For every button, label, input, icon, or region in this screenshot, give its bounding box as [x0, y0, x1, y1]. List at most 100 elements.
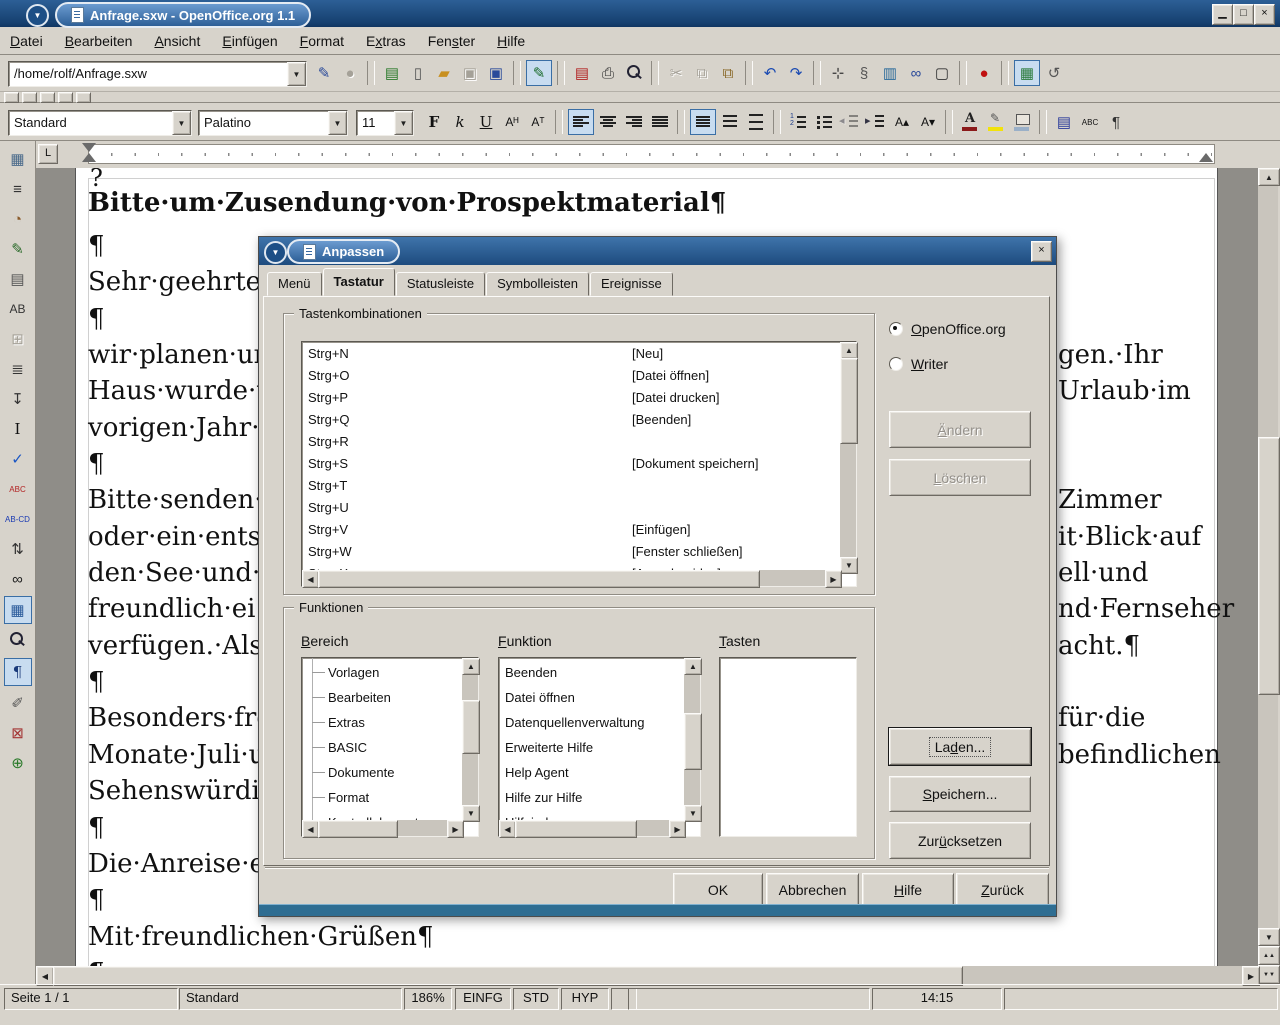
bereich-listbox[interactable]: VorlagenBearbeitenExtrasBASICDokumenteFo…: [301, 657, 479, 837]
background-color-icon[interactable]: [1010, 110, 1034, 134]
hyperlink-cursor-icon[interactable]: ✐: [5, 690, 31, 716]
scrollbar-thumb[interactable]: [1258, 437, 1280, 695]
horizontal-scrollbar[interactable]: ◀ ▶: [36, 966, 1258, 984]
insert-table-icon[interactable]: ▦: [5, 146, 31, 172]
decrease-indent-icon[interactable]: [838, 110, 862, 134]
save-button[interactable]: Speichern...: [889, 776, 1031, 812]
cancel-button[interactable]: Abbrechen: [766, 873, 859, 906]
font-color-icon[interactable]: [958, 110, 982, 134]
right-indent-marker-icon[interactable]: [1199, 153, 1213, 162]
decrease-font-icon[interactable]: A▾: [916, 110, 940, 134]
online-layout-icon[interactable]: ⊕: [5, 750, 31, 776]
subscript-icon[interactable]: Aᵀ: [526, 110, 550, 134]
scroll-left-button[interactable]: ◀: [302, 570, 319, 588]
font-dropdown-button[interactable]: ▼: [328, 111, 347, 135]
align-right-icon[interactable]: [622, 110, 646, 134]
numbering-icon[interactable]: ≣: [5, 356, 31, 382]
dialog-titlebar[interactable]: ▼ Anpassen ×: [259, 237, 1056, 265]
shortcut-row[interactable]: Strg+O [Datei öffnen]: [302, 365, 840, 387]
insert-fields-icon[interactable]: ≡: [5, 176, 31, 202]
style-value[interactable]: Standard: [9, 112, 172, 134]
delete-button[interactable]: Löschen: [889, 459, 1031, 496]
edit-file-icon[interactable]: ✎: [312, 61, 336, 85]
tab-type-button[interactable]: L: [38, 144, 58, 164]
style-dropdown-button[interactable]: ▼: [172, 111, 191, 135]
direct-cursor-icon[interactable]: I: [5, 416, 31, 442]
numbered-list-icon[interactable]: [786, 110, 810, 134]
scroll-up-button[interactable]: ▲: [1258, 168, 1280, 186]
shortcut-row[interactable]: Strg+R: [302, 431, 840, 453]
indent-marker-icon[interactable]: [82, 143, 96, 152]
tab-tastatur[interactable]: Tastatur: [323, 268, 395, 296]
zoom-icon[interactable]: [5, 628, 31, 654]
back-button[interactable]: Zurück: [956, 873, 1049, 906]
superscript-icon[interactable]: Aᴴ: [500, 110, 524, 134]
previous-page-button[interactable]: ▲▲: [1258, 946, 1280, 965]
formatting-marks-icon[interactable]: ¶: [4, 658, 32, 686]
list-item[interactable]: Datenquellenverwaltung: [499, 710, 684, 735]
maximize-button[interactable]: □: [1233, 4, 1254, 25]
tasten-listbox[interactable]: [719, 657, 857, 837]
data-sources-icon[interactable]: ▢: [930, 61, 954, 85]
url-input[interactable]: /home/rolf/Anfrage.sxw: [9, 63, 287, 85]
bullet-list-icon[interactable]: [812, 110, 836, 134]
list-item[interactable]: Vorlagen: [302, 660, 462, 685]
font-combobox[interactable]: Palatino ▼: [198, 110, 348, 136]
tab-ereignisse[interactable]: Ereignisse: [590, 272, 673, 296]
help-button[interactable]: Hilfe: [862, 873, 954, 906]
load-button[interactable]: Laden...: [889, 728, 1031, 765]
dialog-menu-button[interactable]: ▼: [264, 241, 287, 264]
italic-icon[interactable]: k: [448, 110, 472, 134]
list-item[interactable]: Bearbeiten: [302, 685, 462, 710]
menu-datei[interactable]: Datei: [4, 31, 49, 51]
shortcut-row[interactable]: Strg+N [Neu]: [302, 343, 840, 365]
redo-icon[interactable]: ↷: [784, 61, 808, 85]
list-item[interactable]: Hilfe zur Hilfe: [499, 785, 684, 810]
url-dropdown-button[interactable]: ▼: [287, 62, 306, 86]
bold-icon[interactable]: F: [422, 110, 446, 134]
hyperlink-dialog-icon[interactable]: ∞: [904, 61, 928, 85]
scroll-right-button[interactable]: ▶: [1242, 966, 1260, 986]
scroll-down-button[interactable]: ▼: [1258, 928, 1280, 946]
autotext-icon[interactable]: AB: [5, 296, 31, 322]
window-menu-button[interactable]: ▼: [26, 4, 49, 27]
menu-ansicht[interactable]: Ansicht: [148, 31, 206, 51]
menu-fenster[interactable]: Fenster: [422, 31, 481, 51]
scrollbar-thumb[interactable]: [53, 966, 963, 986]
record-macro-icon[interactable]: ●: [972, 61, 996, 85]
align-left-icon[interactable]: [568, 109, 594, 135]
reset-button[interactable]: Zurücksetzen: [889, 822, 1031, 859]
page-preview-icon[interactable]: [622, 61, 646, 85]
scrollbar-thumb[interactable]: [840, 358, 858, 444]
scroll-up-button[interactable]: ▲: [684, 658, 702, 675]
tab-statusleiste[interactable]: Statusleiste: [396, 272, 485, 296]
shortcuts-listbox[interactable]: Strg+N [Neu] Strg+O [Datei öffnen] Strg+…: [301, 341, 857, 587]
scrollbar-thumb[interactable]: [318, 570, 760, 588]
increase-indent-icon[interactable]: [864, 110, 888, 134]
shortcut-row[interactable]: Strg+Q [Beenden]: [302, 409, 840, 431]
list-vscrollbar[interactable]: ▲ ▼: [462, 658, 478, 820]
stylist-icon[interactable]: §: [852, 61, 876, 85]
toolbar-handle-icon[interactable]: [76, 92, 91, 103]
copy-icon[interactable]: ⧉: [690, 61, 714, 85]
list-item[interactable]: Format: [302, 785, 462, 810]
status-pagestyle[interactable]: Standard: [179, 988, 402, 1010]
radio-button-icon[interactable]: [889, 357, 903, 371]
fontsize-combobox[interactable]: 11 ▼: [356, 110, 414, 136]
load-url-icon[interactable]: ↺: [1042, 61, 1066, 85]
url-combobox[interactable]: /home/rolf/Anfrage.sxw ▼: [8, 61, 307, 87]
undo-icon[interactable]: ↶: [758, 61, 782, 85]
list-item[interactable]: BASIC: [302, 735, 462, 760]
scrollbar-thumb[interactable]: [684, 713, 702, 770]
print-icon[interactable]: ⎙: [596, 61, 620, 85]
funktion-listbox[interactable]: BeendenDatei öffnenDatenquellenverwaltun…: [498, 657, 701, 837]
stop-loading-icon[interactable]: ●: [338, 61, 362, 85]
close-button[interactable]: ×: [1254, 4, 1275, 25]
paste-icon[interactable]: ⧉: [716, 61, 740, 85]
shortcut-row[interactable]: Strg+W [Fenster schließen]: [302, 541, 840, 563]
scroll-up-button[interactable]: ▲: [462, 658, 480, 675]
radio-button-icon[interactable]: [889, 322, 903, 336]
find-replace-icon[interactable]: ∞: [5, 566, 31, 592]
save-all-icon[interactable]: ▣: [484, 61, 508, 85]
minimize-button[interactable]: ▁: [1212, 4, 1233, 25]
